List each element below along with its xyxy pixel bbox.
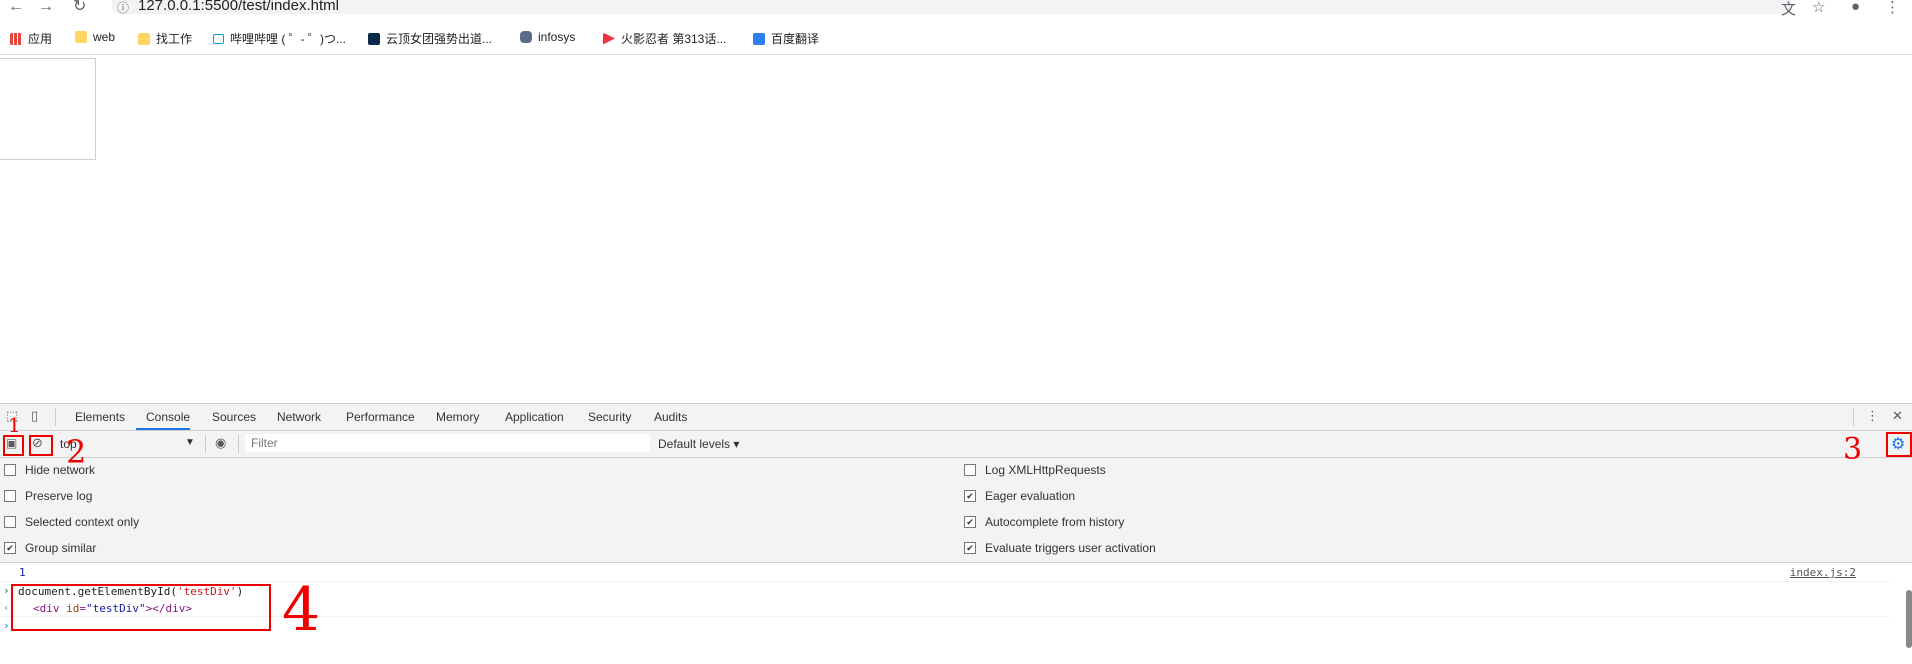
annotation-number-2: 2 bbox=[66, 433, 87, 471]
filter-input[interactable] bbox=[245, 434, 650, 452]
setting-preserve-log[interactable]: Preserve log bbox=[4, 489, 92, 503]
robot-icon bbox=[520, 31, 532, 43]
divider bbox=[205, 435, 206, 453]
bookmark-infosys[interactable]: infosys bbox=[520, 30, 575, 44]
lol-icon bbox=[368, 32, 380, 45]
bookmark-star-icon[interactable]: ☆ bbox=[1812, 0, 1825, 16]
setting-label: Eager evaluation bbox=[985, 489, 1076, 503]
setting-evaluate-user-activation[interactable]: ✔ Evaluate triggers user activation bbox=[964, 541, 1156, 555]
setting-autocomplete-history[interactable]: ✔ Autocomplete from history bbox=[964, 515, 1124, 529]
tab-elements[interactable]: Elements bbox=[75, 410, 125, 424]
bookmark-label: 百度翻译 bbox=[771, 32, 820, 46]
bookmark-label: web bbox=[93, 30, 116, 44]
source-link[interactable]: index.js:2 bbox=[1790, 566, 1856, 579]
tab-audits[interactable]: Audits bbox=[654, 410, 687, 424]
annotation-box-4 bbox=[11, 584, 271, 631]
tab-performance[interactable]: Performance bbox=[346, 410, 415, 424]
folder-icon bbox=[138, 32, 150, 45]
bookmark-lol[interactable]: 云顶女团强势出道... bbox=[368, 30, 492, 47]
annotation-number-1: 1 bbox=[8, 413, 21, 437]
setting-label: Autocomplete from history bbox=[985, 515, 1125, 529]
annotation-box-3 bbox=[1886, 432, 1912, 457]
divider bbox=[1853, 408, 1854, 426]
account-icon[interactable]: ● bbox=[1851, 0, 1860, 15]
translate-icon bbox=[753, 32, 765, 45]
setting-group-similar[interactable]: ✔ Group similar bbox=[4, 541, 96, 555]
setting-selected-context-only[interactable]: Selected context only bbox=[4, 515, 139, 529]
bookmark-bilibili[interactable]: 哔哩哔哩 ( ゜- ゜)つ... bbox=[213, 30, 346, 47]
setting-label: Group similar bbox=[25, 541, 97, 555]
tab-application[interactable]: Application bbox=[505, 410, 564, 424]
translate-icon[interactable]: 文 bbox=[1781, 0, 1796, 19]
device-toolbar-icon[interactable]: ▯ bbox=[31, 408, 38, 424]
chevron-down-icon[interactable]: ▼ bbox=[185, 437, 195, 448]
tab-security[interactable]: Security bbox=[588, 410, 631, 424]
tab-sources[interactable]: Sources bbox=[212, 410, 256, 424]
bilibili-icon bbox=[213, 33, 224, 44]
setting-log-xhr[interactable]: Log XMLHttpRequests bbox=[964, 463, 1106, 477]
bookmark-naruto[interactable]: 火影忍者 第313话... bbox=[603, 30, 726, 47]
checkbox[interactable] bbox=[4, 516, 16, 528]
reload-icon[interactable]: ↻ bbox=[73, 0, 86, 15]
setting-eager-evaluation[interactable]: ✔ Eager evaluation bbox=[964, 489, 1075, 503]
bookmark-apps[interactable]: 应用 bbox=[10, 30, 52, 47]
log-levels-dropdown[interactable]: Default levels ▾ bbox=[658, 437, 739, 451]
forward-arrow-icon[interactable]: → bbox=[38, 0, 54, 15]
log-value: 1 bbox=[19, 566, 26, 579]
bookmark-folder-web[interactable]: web bbox=[75, 30, 115, 44]
console-scrollbar[interactable] bbox=[1906, 590, 1912, 648]
checkbox[interactable] bbox=[964, 464, 976, 476]
annotation-number-3: 3 bbox=[1843, 432, 1863, 467]
console-toolbar: ▣ ⊘ top ▼ ◉ Default levels ▾ ⚙ bbox=[0, 431, 1912, 458]
setting-label: Log XMLHttpRequests bbox=[985, 463, 1106, 477]
more-options-icon[interactable]: ⋮ bbox=[1866, 408, 1879, 424]
tab-console[interactable]: Console bbox=[146, 410, 190, 424]
input-chevron-icon: › bbox=[3, 584, 10, 597]
bookmark-label: infosys bbox=[538, 30, 576, 44]
tab-network[interactable]: Network bbox=[277, 410, 321, 424]
checkbox-checked[interactable]: ✔ bbox=[964, 490, 976, 502]
annotation-number-4: 4 bbox=[282, 575, 321, 645]
checkbox-checked[interactable]: ✔ bbox=[964, 542, 976, 554]
url-text[interactable]: 127.0.0.1:5500/test/index.html bbox=[138, 0, 339, 14]
console-settings-pane: Hide network Preserve log Selected conte… bbox=[0, 458, 1912, 563]
bookmark-label: 哔哩哔哩 ( ゜- ゜)つ... bbox=[230, 32, 346, 46]
menu-icon[interactable]: ⋮ bbox=[1885, 0, 1900, 16]
bookmark-baidu-translate[interactable]: 百度翻译 bbox=[753, 30, 819, 47]
bookmarks-bar: 应用 web 找工作 哔哩哔哩 ( ゜- ゜)つ... 云顶女团强势出道... … bbox=[0, 26, 1912, 55]
annotation-box-2 bbox=[29, 435, 53, 456]
bookmark-label: 云顶女团强势出道... bbox=[386, 32, 493, 46]
address-bar[interactable]: ⓘ 127.0.0.1:5500/test/index.html bbox=[112, 0, 1792, 16]
test-div bbox=[0, 58, 96, 160]
bookmark-label: 找工作 bbox=[156, 32, 193, 46]
divider bbox=[55, 408, 56, 426]
bookmark-label: 应用 bbox=[28, 32, 53, 46]
apps-grid-icon bbox=[10, 32, 22, 45]
bookmark-folder-jobs[interactable]: 找工作 bbox=[138, 30, 192, 47]
info-icon[interactable]: ⓘ bbox=[117, 0, 129, 16]
divider bbox=[238, 435, 239, 453]
browser-toolbar: ← → ↻ ⓘ 127.0.0.1:5500/test/index.html 文… bbox=[0, 0, 1912, 18]
setting-label: Preserve log bbox=[25, 489, 93, 503]
checkbox-checked[interactable]: ✔ bbox=[4, 542, 16, 554]
checkbox[interactable] bbox=[4, 464, 16, 476]
checkbox-checked[interactable]: ✔ bbox=[964, 516, 976, 528]
output-chevron-icon: ‹ bbox=[3, 601, 10, 614]
console-prompt[interactable]: › bbox=[3, 619, 10, 632]
bookmark-label: 火影忍者 第313话... bbox=[621, 32, 727, 46]
folder-icon bbox=[75, 31, 87, 43]
devtools-tabbar: ⬚ ▯ Elements Console Sources Network Per… bbox=[0, 404, 1912, 431]
setting-label: Selected context only bbox=[25, 515, 140, 529]
page-content bbox=[0, 55, 1912, 403]
active-tab-indicator bbox=[136, 428, 190, 430]
annotation-box-1 bbox=[3, 435, 24, 456]
eye-icon[interactable]: ◉ bbox=[215, 435, 226, 451]
back-arrow-icon[interactable]: ← bbox=[8, 0, 24, 15]
close-icon[interactable]: ✕ bbox=[1892, 408, 1903, 424]
tab-memory[interactable]: Memory bbox=[436, 410, 479, 424]
play-icon bbox=[603, 32, 615, 45]
setting-label: Evaluate triggers user activation bbox=[985, 541, 1156, 555]
checkbox[interactable] bbox=[4, 490, 16, 502]
